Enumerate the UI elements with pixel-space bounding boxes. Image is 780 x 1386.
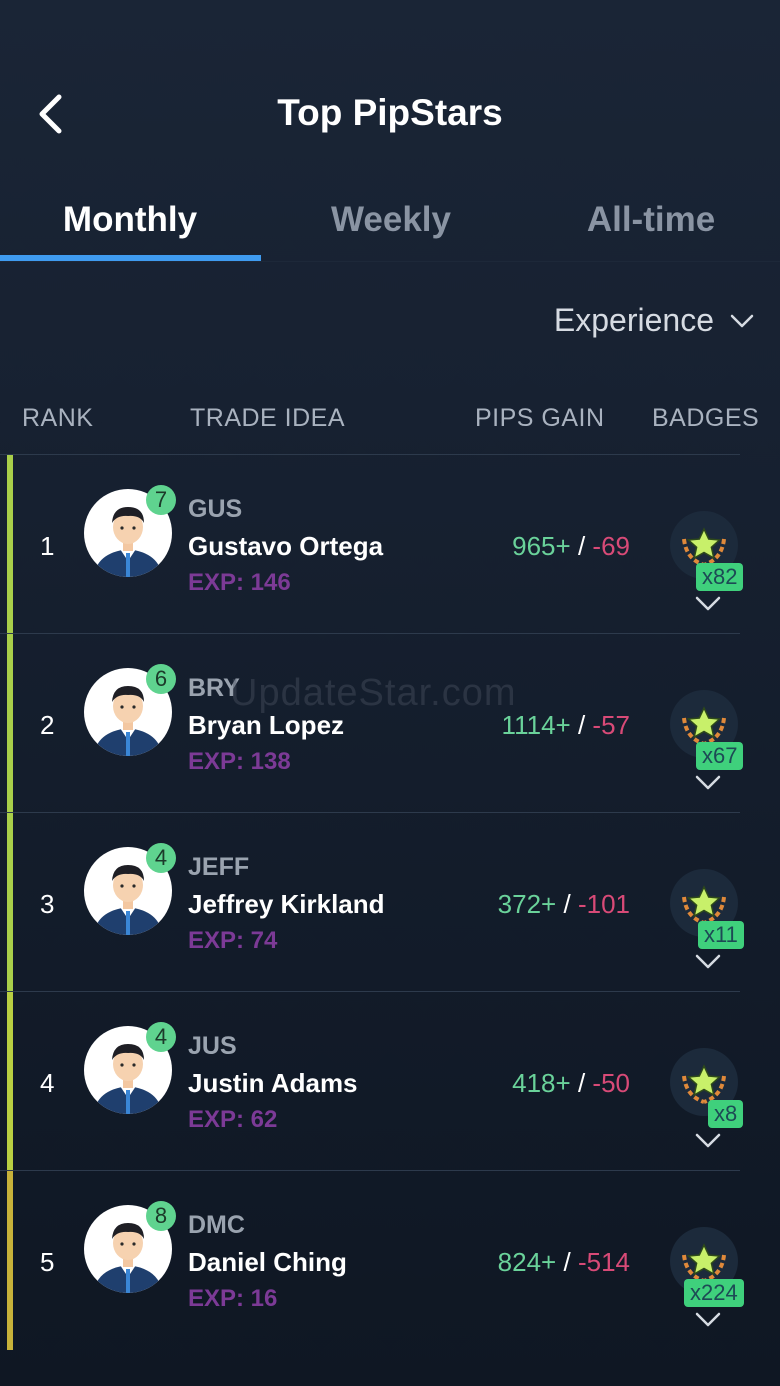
user-handle: BRY bbox=[188, 674, 240, 702]
pips-gain: 824+ / -514 bbox=[498, 1247, 630, 1278]
chevron-down-icon[interactable] bbox=[694, 953, 722, 971]
user-name[interactable]: Jeffrey Kirkland bbox=[188, 889, 385, 920]
user-exp: EXP: 74 bbox=[188, 927, 278, 954]
user-handle: JEFF bbox=[188, 853, 250, 881]
pips-minus: -69 bbox=[592, 531, 630, 561]
rank-number: 1 bbox=[40, 531, 55, 561]
pips-separator: / bbox=[563, 1247, 571, 1277]
pips-plus: 1114+ bbox=[501, 710, 571, 740]
row-accent-bar bbox=[7, 634, 13, 813]
pips-minus: -50 bbox=[592, 1068, 630, 1098]
user-handle: GUS bbox=[188, 495, 243, 523]
pips-plus: 965+ bbox=[512, 531, 571, 561]
tab-monthly[interactable]: Monthly bbox=[0, 180, 260, 260]
pips-separator: / bbox=[563, 889, 571, 919]
user-name[interactable]: Daniel Ching bbox=[188, 1247, 347, 1278]
user-name[interactable]: Justin Adams bbox=[188, 1068, 358, 1099]
badge-count: x8 bbox=[708, 1100, 744, 1128]
pips-gain: 372+ / -101 bbox=[498, 889, 630, 920]
period-tabs: Monthly Weekly All-time bbox=[0, 180, 780, 262]
level-badge: 4 bbox=[146, 1022, 176, 1052]
chevron-down-icon[interactable] bbox=[694, 595, 722, 613]
row-accent-bar bbox=[7, 455, 13, 634]
sort-bar: Experience bbox=[0, 262, 780, 386]
user-exp: EXP: 146 bbox=[188, 569, 291, 596]
page-title: Top PipStars bbox=[277, 92, 503, 133]
column-headers: RANK TRADE IDEA PIPS GAIN BADGES bbox=[0, 386, 780, 454]
row-accent-bar bbox=[7, 1171, 13, 1350]
row-accent-bar bbox=[7, 813, 13, 992]
pips-separator: / bbox=[577, 710, 586, 740]
chevron-down-icon[interactable] bbox=[694, 1311, 722, 1329]
user-handle: JUS bbox=[188, 1032, 237, 1060]
pips-separator: / bbox=[577, 531, 586, 561]
column-trade-idea: TRADE IDEA bbox=[190, 404, 346, 432]
top-bar: Top PipStars bbox=[0, 0, 780, 180]
pips-gain: 418+ / -50 bbox=[512, 1068, 630, 1099]
badge-count: x11 bbox=[698, 921, 744, 949]
sort-selected-label: Experience bbox=[553, 302, 714, 338]
badge-count: x82 bbox=[696, 563, 744, 591]
user-exp: EXP: 62 bbox=[188, 1106, 278, 1133]
column-rank: RANK bbox=[22, 404, 94, 432]
rank-number: 2 bbox=[40, 710, 55, 740]
list-item[interactable]: 3 4 JEFF Jeffrey Kirkland EXP: 74 372+ /… bbox=[0, 812, 744, 992]
pips-plus: 418+ bbox=[512, 1068, 571, 1098]
chevron-down-icon bbox=[730, 314, 754, 327]
level-badge: 7 bbox=[146, 485, 176, 515]
user-exp: EXP: 16 bbox=[188, 1285, 278, 1312]
list-item[interactable]: 4 4 JUS Justin Adams EXP: 62 418+ / -50 bbox=[0, 991, 744, 1171]
level-badge: 6 bbox=[146, 664, 176, 694]
level-badge: 8 bbox=[146, 1201, 176, 1231]
rank-number: 5 bbox=[40, 1247, 55, 1277]
column-badges: BADGES bbox=[652, 404, 760, 432]
pips-gain: 1114+ / -57 bbox=[502, 710, 630, 741]
list-item[interactable]: 2 6 BRY Bryan Lopez EXP: 138 1114+ / -57 bbox=[0, 633, 744, 813]
list-item[interactable]: 5 8 DMC Daniel Ching EXP: 16 824+ / -514 bbox=[0, 1170, 744, 1350]
pips-minus: -57 bbox=[592, 710, 630, 740]
rank-number: 3 bbox=[40, 889, 55, 919]
column-pips-gain: PIPS GAIN bbox=[475, 404, 605, 432]
user-handle: DMC bbox=[188, 1211, 245, 1239]
pips-plus: 372+ bbox=[497, 889, 557, 919]
user-exp: EXP: 138 bbox=[188, 748, 291, 775]
tab-weekly[interactable]: Weekly bbox=[261, 180, 521, 260]
pips-gain: 965+ / -69 bbox=[512, 531, 630, 562]
user-name[interactable]: Bryan Lopez bbox=[188, 710, 344, 741]
user-name[interactable]: Gustavo Ortega bbox=[188, 531, 383, 562]
tab-all-time[interactable]: All-time bbox=[521, 180, 780, 260]
row-accent-bar bbox=[7, 992, 13, 1171]
list-item[interactable]: 1 7 GUS Gustavo Ortega EXP: 146 965+ / -… bbox=[0, 454, 744, 634]
rank-number: 4 bbox=[40, 1068, 55, 1098]
badge-count: x224 bbox=[684, 1279, 744, 1307]
pips-minus: -514 bbox=[577, 1247, 630, 1277]
badge-count: x67 bbox=[696, 742, 744, 770]
chevron-down-icon[interactable] bbox=[694, 1132, 722, 1150]
level-badge: 4 bbox=[146, 843, 176, 873]
pips-minus: -101 bbox=[577, 889, 630, 919]
pips-plus: 824+ bbox=[497, 1247, 557, 1277]
sort-dropdown[interactable]: Experience bbox=[554, 302, 754, 339]
pips-separator: / bbox=[577, 1068, 586, 1098]
chevron-down-icon[interactable] bbox=[694, 774, 722, 792]
active-tab-indicator bbox=[0, 255, 261, 261]
